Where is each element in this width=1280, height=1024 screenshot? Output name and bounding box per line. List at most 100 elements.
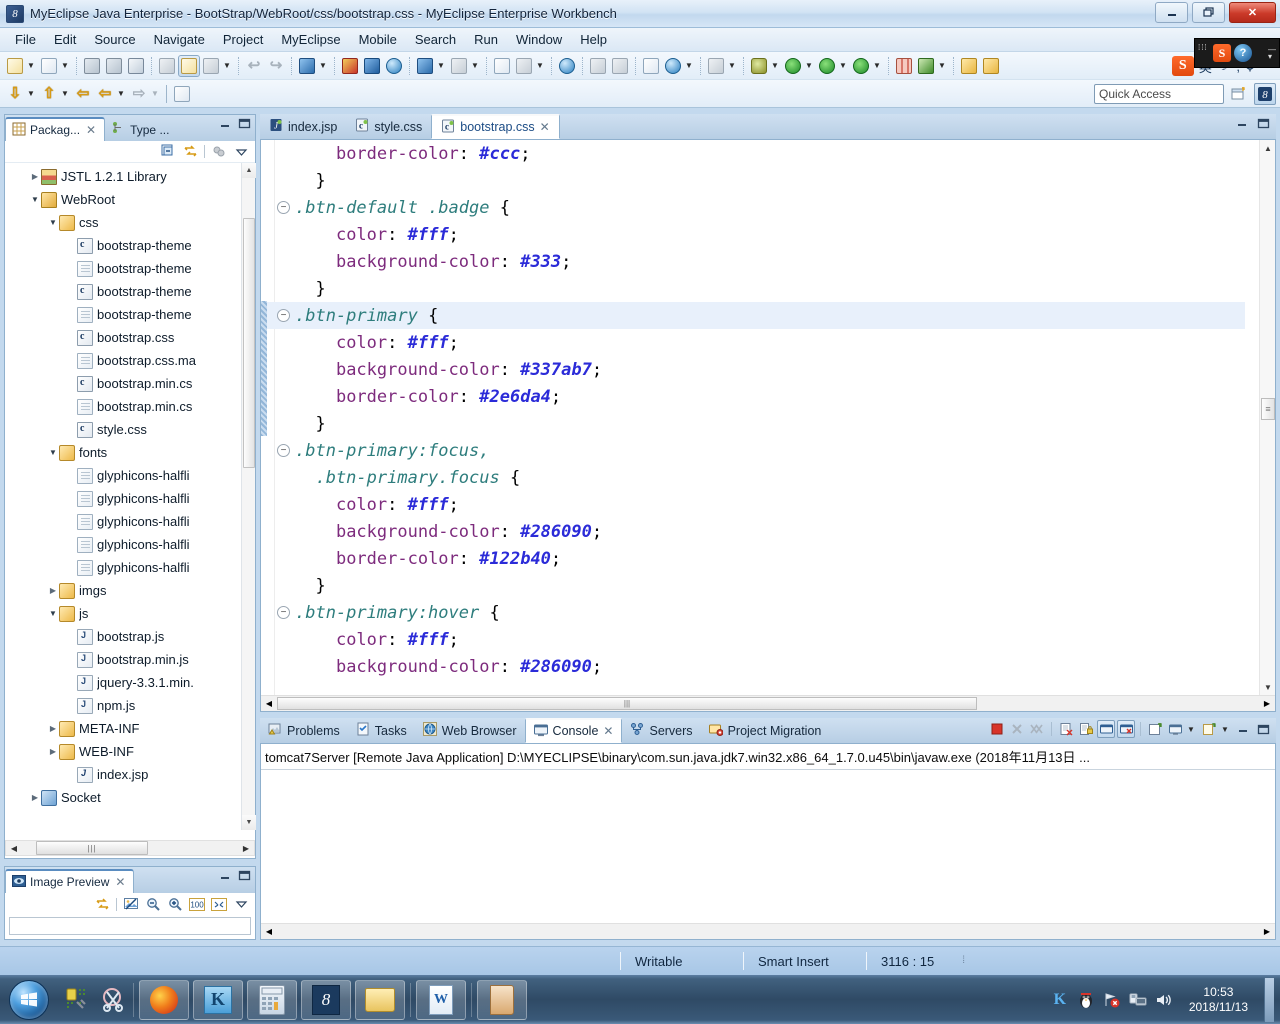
- removable-media-icon[interactable]: [1129, 991, 1147, 1009]
- link-with-editor-icon[interactable]: [94, 896, 110, 912]
- new-java-file-icon[interactable]: [39, 56, 59, 76]
- quick-access-input[interactable]: Quick Access: [1094, 84, 1224, 104]
- open-perspective-icon[interactable]: [1228, 83, 1250, 105]
- previous-annotation-dropdown-icon[interactable]: ▼: [26, 84, 36, 104]
- display-selected-console-dropdown-icon[interactable]: ▼: [1186, 720, 1196, 738]
- tree-item[interactable]: bootstrap.min.js: [5, 648, 241, 671]
- fold-collapse-icon[interactable]: −: [277, 606, 290, 619]
- fold-collapse-icon[interactable]: −: [277, 201, 290, 214]
- camera-dropdown-icon[interactable]: ▼: [727, 56, 737, 76]
- new-report-icon[interactable]: [641, 56, 661, 76]
- tree-twisty-icon[interactable]: ▼: [47, 218, 59, 227]
- run-server-dropdown-icon[interactable]: ▼: [535, 56, 545, 76]
- scroll-right-icon[interactable]: ▶: [1259, 699, 1275, 708]
- print-icon[interactable]: [126, 56, 146, 76]
- menu-help[interactable]: Help: [571, 29, 616, 50]
- drag-handle-icon[interactable]: ⁞⁞⁞: [1198, 44, 1210, 60]
- code-line[interactable]: }: [295, 167, 1245, 194]
- focus-on-active-task-icon[interactable]: [211, 144, 227, 160]
- redo-icon[interactable]: ↪: [266, 56, 286, 76]
- maximize-view-icon[interactable]: [238, 870, 251, 884]
- zoom-in-icon[interactable]: [167, 896, 183, 912]
- view-menu-icon[interactable]: [233, 896, 249, 912]
- run-configuration-icon[interactable]: [817, 56, 837, 76]
- scroll-thumb-horizontal[interactable]: |||: [36, 841, 148, 855]
- last-edit-location-icon[interactable]: ⇦: [73, 84, 93, 104]
- tree-item[interactable]: ▶ Socket: [5, 786, 241, 809]
- actual-size-icon[interactable]: 100: [189, 896, 205, 912]
- menu-run[interactable]: Run: [465, 29, 507, 50]
- tree-item[interactable]: glyphicons-halfli: [5, 533, 241, 556]
- scroll-left-icon[interactable]: ◀: [261, 927, 277, 936]
- code-line[interactable]: .btn-primary {: [267, 302, 1245, 329]
- code-editor[interactable]: border-color: #ccc; } .btn-default .badge…: [260, 140, 1276, 712]
- fold-collapse-icon[interactable]: −: [277, 309, 290, 322]
- open-resource-folder-icon[interactable]: [981, 56, 1001, 76]
- code-line[interactable]: }: [295, 275, 1245, 302]
- remove-launch-button[interactable]: [1008, 720, 1026, 738]
- new-server-dropdown-icon[interactable]: ▼: [436, 56, 446, 76]
- scroll-right-icon[interactable]: ▶: [238, 841, 254, 855]
- new-server-icon[interactable]: [415, 56, 435, 76]
- scroll-right-icon[interactable]: ▶: [1259, 927, 1275, 936]
- undo-icon[interactable]: ↩: [244, 56, 264, 76]
- close-icon[interactable]: ✕: [540, 120, 550, 134]
- maximize-editor-icon[interactable]: [1257, 118, 1270, 132]
- manage-server-dropdown-icon[interactable]: ▼: [470, 56, 480, 76]
- tab-type-hierarchy[interactable]: Type ...: [105, 117, 178, 141]
- kingsoft-tray-icon[interactable]: K: [1051, 991, 1069, 1009]
- tree-twisty-icon[interactable]: ▶: [29, 172, 41, 181]
- save-icon[interactable]: [82, 56, 102, 76]
- tree-item[interactable]: glyphicons-halfli: [5, 556, 241, 579]
- tree-item[interactable]: ▼ js: [5, 602, 241, 625]
- thumbs-alt-icon[interactable]: [610, 56, 630, 76]
- qq-penguin-icon[interactable]: [1077, 991, 1095, 1009]
- new-table-icon[interactable]: [894, 56, 914, 76]
- code-line[interactable]: border-color: #ccc;: [295, 140, 1245, 167]
- scroll-left-icon[interactable]: ◀: [6, 841, 22, 855]
- taskbar-item-file-explorer[interactable]: [355, 979, 405, 1020]
- code-line[interactable]: color: #fff;: [295, 329, 1245, 356]
- build-hammer-icon[interactable]: [201, 56, 221, 76]
- minimize-view-icon[interactable]: [219, 871, 232, 884]
- tab-console[interactable]: Console ✕: [524, 718, 623, 743]
- menu-source[interactable]: Source: [85, 29, 144, 50]
- close-button[interactable]: ✕: [1229, 2, 1276, 23]
- tree-twisty-icon[interactable]: ▶: [47, 747, 59, 756]
- run-dropdown-icon[interactable]: ▼: [804, 56, 814, 76]
- fit-to-window-icon[interactable]: [211, 896, 227, 912]
- back-icon[interactable]: ⇦: [95, 84, 115, 104]
- camera-icon[interactable]: [706, 56, 726, 76]
- tree-item[interactable]: jquery-3.3.1.min.: [5, 671, 241, 694]
- deploy-myeclipse-icon[interactable]: [297, 56, 317, 76]
- minimize-editor-icon[interactable]: [1236, 118, 1249, 132]
- scroll-lock-button[interactable]: [1077, 720, 1095, 738]
- code-line[interactable]: .btn-primary.focus {: [295, 464, 1245, 491]
- restore-button[interactable]: [1192, 2, 1225, 23]
- fold-collapse-icon[interactable]: −: [277, 444, 290, 457]
- menu-edit[interactable]: Edit: [45, 29, 85, 50]
- tab-problems[interactable]: Problems: [260, 718, 348, 743]
- editor-horizontal-scrollbar[interactable]: ◀ ||| ▶: [261, 695, 1275, 711]
- tab-style-css[interactable]: c style.css: [346, 114, 431, 139]
- code-line[interactable]: .btn-primary:hover {: [295, 599, 1245, 626]
- new-wizard-icon[interactable]: [5, 56, 25, 76]
- show-image-icon[interactable]: [123, 896, 139, 912]
- taskbar-clock[interactable]: 10:53 2018/11/13: [1181, 985, 1256, 1015]
- console-output-area[interactable]: tomcat7Server [Remote Java Application] …: [260, 744, 1276, 940]
- tree-item[interactable]: glyphicons-halfli: [5, 487, 241, 510]
- start-button[interactable]: [2, 978, 56, 1022]
- tab-tasks[interactable]: Tasks: [348, 718, 415, 743]
- sogou-menu-icon[interactable]: — ▾: [1268, 46, 1279, 61]
- open-console-button[interactable]: [1200, 720, 1218, 738]
- run-server-icon[interactable]: [514, 56, 534, 76]
- tree-twisty-icon[interactable]: ▶: [47, 724, 59, 733]
- gwt-icon[interactable]: [916, 56, 936, 76]
- sogou-logo-icon[interactable]: S: [1171, 56, 1194, 76]
- code-line[interactable]: background-color: #286090;: [295, 653, 1245, 680]
- sogou-floating-bar[interactable]: ⁞⁞⁞ S ? — ▾: [1194, 38, 1280, 68]
- code-line[interactable]: background-color: #286090;: [295, 518, 1245, 545]
- new-wizard-dropdown-icon[interactable]: ▼: [26, 56, 36, 76]
- deploy-dropdown-icon[interactable]: ▼: [318, 56, 328, 76]
- code-line[interactable]: color: #fff;: [295, 221, 1245, 248]
